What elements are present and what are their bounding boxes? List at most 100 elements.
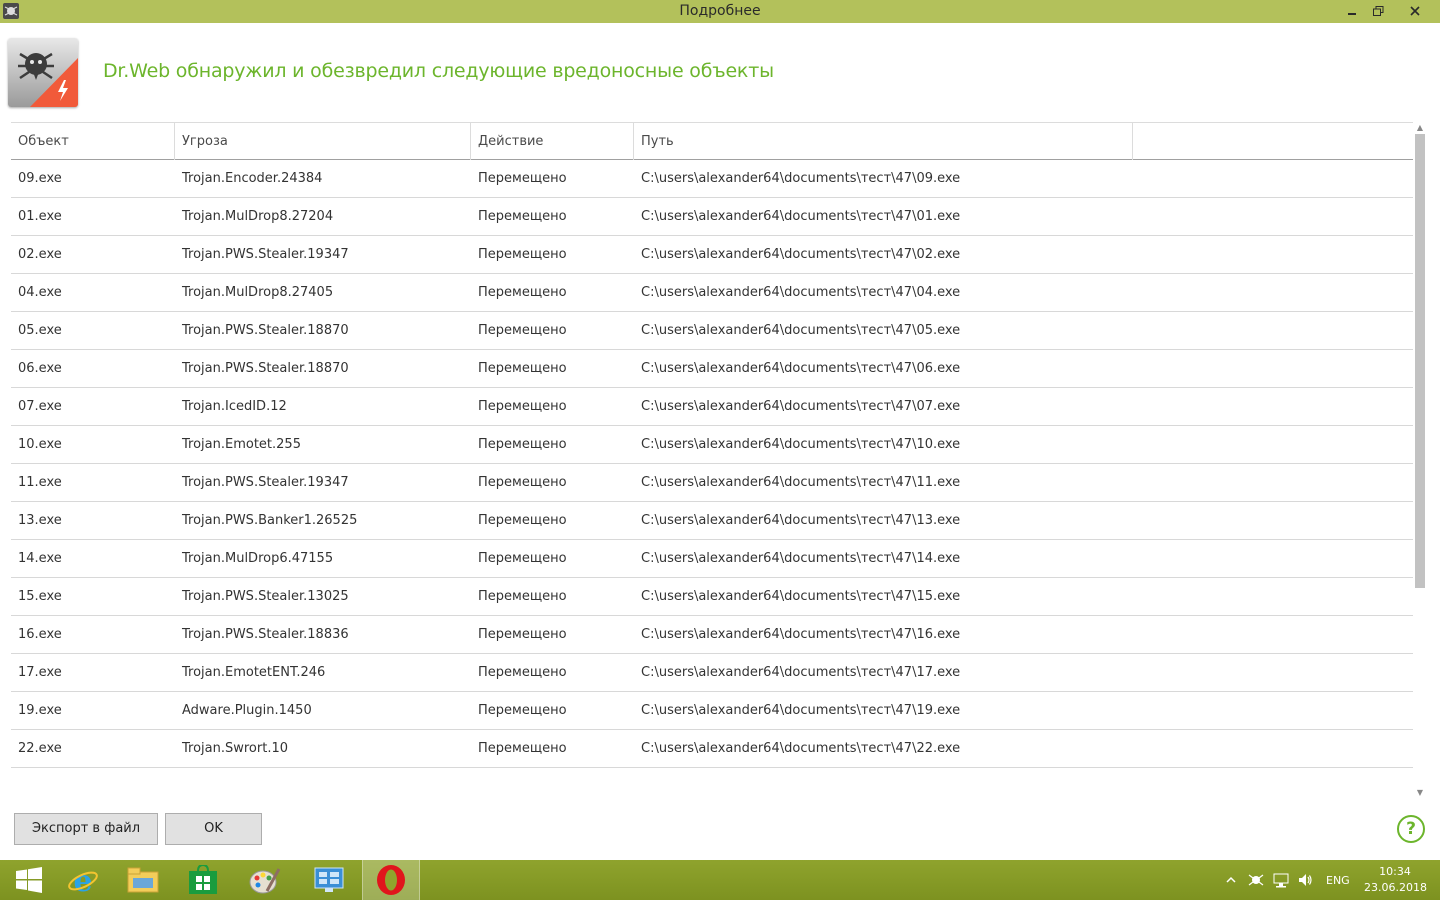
svg-text:e: e: [73, 864, 92, 896]
cell-object: 14.exe: [18, 551, 62, 566]
column-header-threat[interactable]: Угроза: [175, 123, 471, 160]
cell-path: C:\users\alexander64\documents\тест\47\0…: [641, 247, 961, 262]
table-row[interactable]: 17.exe Trojan.EmotetENT.246 Перемещено C:\u…: [11, 654, 1413, 692]
cell-object: 15.exe: [18, 589, 62, 604]
cell-path: C:\users\alexander64\documents\тест\47\1…: [641, 551, 961, 566]
export-to-file-button[interactable]: Экспорт в файл: [14, 813, 158, 845]
column-header-path[interactable]: Путь: [634, 123, 1133, 160]
cell-path: C:\users\alexander64\documents\тест\47\0…: [641, 171, 961, 186]
cell-threat: Trojan.PWS.Stealer.19347: [182, 475, 349, 490]
cell-threat: Trojan.PWS.Stealer.18870: [182, 361, 349, 376]
cell-object: 10.exe: [18, 437, 62, 452]
table-row[interactable]: 05.exe Trojan.PWS.Stealer.18870 Перемещено…: [11, 312, 1413, 350]
cell-action: Перемещено: [478, 513, 567, 528]
cell-threat: Adware.Plugin.1450: [182, 703, 312, 718]
table-row[interactable]: 10.exe Trojan.Emotet.255 Перемещено C:\user…: [11, 426, 1413, 464]
help-icon[interactable]: ?: [1397, 815, 1425, 843]
table-row[interactable]: 13.exe Trojan.PWS.Banker1.26525 Перемещено…: [11, 502, 1413, 540]
file-explorer-icon[interactable]: [114, 860, 172, 900]
volume-icon[interactable]: [1297, 860, 1313, 900]
internet-explorer-icon[interactable]: e: [54, 860, 112, 900]
scroll-down-arrow-icon[interactable]: ▼: [1413, 787, 1427, 799]
cell-action: Перемещено: [478, 475, 567, 490]
cell-object: 19.exe: [18, 703, 62, 718]
cell-object: 16.exe: [18, 627, 62, 642]
cell-object: 04.exe: [18, 285, 62, 300]
table-header: Объект Угроза Действие Путь: [11, 122, 1413, 160]
cell-object: 07.exe: [18, 399, 62, 414]
store-icon[interactable]: [174, 860, 232, 900]
cell-path: C:\users\alexander64\documents\тест\47\1…: [641, 703, 961, 718]
cell-threat: Trojan.IcedID.12: [182, 399, 287, 414]
cell-threat: Trojan.MulDrop6.47155: [182, 551, 334, 566]
opera-icon[interactable]: [362, 860, 420, 900]
cell-path: C:\users\alexander64\documents\тест\47\1…: [641, 475, 961, 490]
vertical-scrollbar[interactable]: ▲ ▼: [1413, 122, 1427, 799]
show-hidden-icons-chevron[interactable]: [1226, 860, 1236, 900]
cell-path: C:\users\alexander64\documents\тест\47\0…: [641, 209, 961, 224]
cell-threat: Trojan.MulDrop8.27405: [182, 285, 334, 300]
column-header-object[interactable]: Объект: [11, 123, 175, 160]
cell-path: C:\users\alexander64\documents\тест\47\1…: [641, 437, 961, 452]
cell-action: Перемещено: [478, 209, 567, 224]
ok-button[interactable]: OK: [165, 813, 262, 845]
cell-threat: Trojan.EmotetENT.246: [182, 665, 326, 680]
cell-action: Перемещено: [478, 665, 567, 680]
cell-object: 05.exe: [18, 323, 62, 338]
table-row[interactable]: 19.exe Adware.Plugin.1450 Перемещено C:\use…: [11, 692, 1413, 730]
cell-object: 02.exe: [18, 247, 62, 262]
minimize-button[interactable]: [1340, 0, 1364, 21]
close-button[interactable]: [1392, 0, 1437, 21]
cell-path: C:\users\alexander64\documents\тест\47\0…: [641, 361, 961, 376]
cell-threat: Trojan.Emotet.255: [182, 437, 301, 452]
cell-action: Перемещено: [478, 589, 567, 604]
title-bar: Подробнее: [0, 0, 1440, 23]
cell-object: 01.exe: [18, 209, 62, 224]
scroll-up-arrow-icon[interactable]: ▲: [1413, 122, 1427, 134]
cell-threat: Trojan.Encoder.24384: [182, 171, 323, 186]
cell-action: Перемещено: [478, 741, 567, 756]
taskbar-clock[interactable]: 10:34 23.06.2018: [1364, 864, 1427, 896]
table-row[interactable]: 04.exe Trojan.MulDrop8.27405 Перемещено C:\…: [11, 274, 1413, 312]
table-row[interactable]: 09.exe Trojan.Encoder.24384 Перемещено C:\u…: [11, 160, 1413, 198]
cell-object: 06.exe: [18, 361, 62, 376]
cell-threat: Trojan.Swrort.10: [182, 741, 289, 756]
start-icon[interactable]: [0, 860, 58, 900]
column-header-empty: [1133, 123, 1413, 160]
table-row[interactable]: 02.exe Trojan.PWS.Stealer.19347 Перемещено…: [11, 236, 1413, 274]
network-icon[interactable]: [1273, 860, 1289, 900]
table-row[interactable]: 01.exe Trojan.MulDrop8.27204 Перемещено C:\…: [11, 198, 1413, 236]
cell-object: 09.exe: [18, 171, 62, 186]
cell-path: C:\users\alexander64\documents\тест\47\1…: [641, 627, 961, 642]
paint-icon[interactable]: [236, 860, 294, 900]
cell-action: Перемещено: [478, 247, 567, 262]
drweb-logo-icon: [8, 38, 78, 107]
cell-path: C:\users\alexander64\documents\тест\47\1…: [641, 665, 961, 680]
column-header-action[interactable]: Действие: [471, 123, 634, 160]
table-row[interactable]: 22.exe Trojan.Swrort.10 Перемещено C:\users…: [11, 730, 1413, 768]
cell-action: Перемещено: [478, 437, 567, 452]
scrollbar-thumb[interactable]: [1415, 134, 1425, 588]
table-row[interactable]: 14.exe Trojan.MulDrop6.47155 Перемещено C:\…: [11, 540, 1413, 578]
cell-action: Перемещено: [478, 399, 567, 414]
maximize-button[interactable]: [1366, 0, 1390, 21]
cell-path: C:\users\alexander64\documents\тест\47\0…: [641, 399, 961, 414]
control-panel-icon[interactable]: [300, 860, 358, 900]
cell-path: C:\users\alexander64\documents\тест\47\1…: [641, 513, 961, 528]
input-language-indicator[interactable]: ENG: [1326, 860, 1350, 900]
cell-object: 11.exe: [18, 475, 62, 490]
page-heading: Dr.Web обнаружил и обезвредил следующие …: [103, 60, 774, 82]
table-row[interactable]: 11.exe Trojan.PWS.Stealer.19347 Перемещено…: [11, 464, 1413, 502]
cell-action: Перемещено: [478, 171, 567, 186]
table-row[interactable]: 15.exe Trojan.PWS.Stealer.13025 Перемещено…: [11, 578, 1413, 616]
cell-action: Перемещено: [478, 361, 567, 376]
cell-threat: Trojan.PWS.Stealer.18836: [182, 627, 349, 642]
cell-path: C:\users\alexander64\documents\тест\47\0…: [641, 285, 961, 300]
table-row[interactable]: 06.exe Trojan.PWS.Stealer.18870 Перемещено…: [11, 350, 1413, 388]
cell-path: C:\users\alexander64\documents\тест\47\1…: [641, 589, 961, 604]
table-row[interactable]: 07.exe Trojan.IcedID.12 Перемещено C:\users…: [11, 388, 1413, 426]
table-row[interactable]: 16.exe Trojan.PWS.Stealer.18836 Перемещено…: [11, 616, 1413, 654]
cell-object: 17.exe: [18, 665, 62, 680]
drweb-tray-icon[interactable]: [1248, 860, 1264, 900]
clock-time: 10:34: [1379, 865, 1411, 878]
